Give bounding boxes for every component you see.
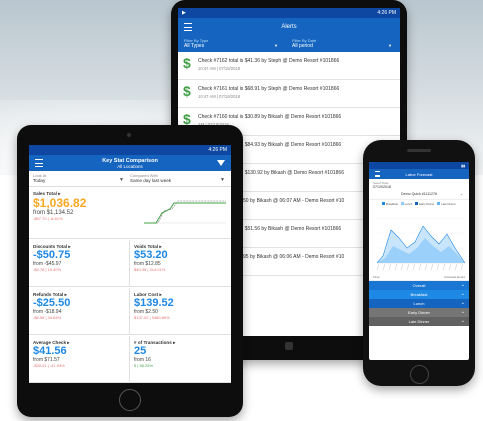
dollar-icon: $ <box>183 83 191 99</box>
legend-label: Lunch <box>404 202 413 206</box>
comparison-bar: Look At Today ▼ Compared With Same day l… <box>29 171 231 187</box>
phone-device: ▮▮ Labor Forecast Select Date 07/19/2018… <box>363 140 475 386</box>
date-value: 07/19/2018 <box>373 185 391 189</box>
look-at-select[interactable]: Look At Today ▼ <box>33 173 130 184</box>
page-title: Alerts <box>281 24 297 30</box>
page-subtitle: All Locations <box>117 163 143 169</box>
labor-forecast-chart <box>376 217 466 271</box>
dropdown-icon: ▼ <box>220 177 225 183</box>
filter-date-value: All period <box>292 43 313 49</box>
table-row[interactable]: Breakfast ⌄ <box>369 290 469 299</box>
row-label: Early Dinner <box>407 310 430 315</box>
alert-title: Check #7161 total is $68.91 by Steph @ D… <box>198 86 340 92</box>
dropdown-icon: ▼ <box>388 43 392 48</box>
tile-change: $137.02 | 5480.80% <box>134 315 170 320</box>
list-item[interactable]: $ Check #7162 total is $41.36 by Steph @ … <box>178 52 400 80</box>
filter-bar: Filter By Type All Types ▼ Filter By Dat… <box>178 36 400 52</box>
phone-screen: ▮▮ Labor Forecast Select Date 07/19/2018… <box>369 162 469 360</box>
keystats-screen: 4:26 PM Key Stat Comparison All Location… <box>29 145 231 383</box>
voids-card[interactable]: Voids Total ▸ $53.20 from $12.85 $40.35 … <box>130 240 231 287</box>
labor-cost-card[interactable]: Labor Cost ▸ $139.52 from $2.50 $137.02 … <box>130 288 231 335</box>
look-at-value: Today <box>33 178 46 183</box>
alert-time: 10:47 AM | 07/19/2018 <box>198 94 241 99</box>
alert-title: Check #7162 total is $41.36 by Steph @ D… <box>198 58 340 64</box>
filter-type-value: All Types <box>184 43 205 49</box>
average-check-card[interactable]: Average Check ▸ $41.56 from $71.57 -$30.… <box>29 336 130 383</box>
home-button[interactable] <box>410 365 429 384</box>
alert-title: Check #7160 total is $30.89 by Bikash @ … <box>198 114 342 120</box>
chevron-down-icon: ⌄ <box>460 318 465 324</box>
camera-icon <box>127 133 131 137</box>
tile-change: $40.35 | 314.01% <box>134 267 166 272</box>
app-bar: Alerts <box>178 18 400 36</box>
chevron-down-icon: ⌄ <box>460 291 465 297</box>
home-button[interactable] <box>119 389 141 411</box>
date-select[interactable]: Select Date 07/19/2018 <box>369 179 469 190</box>
location-value: Demo Quick #1111276 <box>401 192 437 196</box>
tile-change: -$30.01 | -41.93% <box>33 363 65 368</box>
status-time: 4:26 PM <box>377 10 396 16</box>
chart-legend: Breakfast Lunch Early Dinner Late Dinner <box>369 200 469 208</box>
time-header: Time <box>373 275 380 279</box>
menu-icon[interactable] <box>375 171 380 177</box>
legend-label: Early Dinner <box>419 202 435 206</box>
app-bar: Labor Forecast <box>369 169 469 179</box>
app-bar: Key Stat Comparison All Locations <box>29 155 231 171</box>
table-header: Time Forecast Hours <box>369 274 469 281</box>
tile-change: -$6.56 | 34.64% <box>33 315 62 320</box>
chevron-down-icon: ⌄ <box>460 300 465 306</box>
filter-date-select[interactable]: Filter By Date All period ▼ <box>286 38 394 50</box>
tile-value: $53.20 <box>134 249 168 261</box>
filter-type-select[interactable]: Filter By Type All Types ▼ <box>184 38 286 50</box>
sales-sparkline <box>144 200 226 224</box>
status-bar: 4:26 PM <box>29 145 231 155</box>
legend-label: Breakfast <box>386 202 398 206</box>
legend-label: Late Dinner <box>441 202 456 206</box>
refunds-card[interactable]: Refunds Total ▸ -$25.50 from -$18.94 -$6… <box>29 288 130 335</box>
page-title: Key Stat Comparison <box>102 157 158 164</box>
tile-change: -$4.78 | 10.40% <box>33 267 62 272</box>
speaker-grille <box>407 149 431 152</box>
dollar-icon: $ <box>183 55 191 71</box>
dropdown-icon: ▼ <box>119 177 124 183</box>
compared-value: Same day last week <box>130 178 172 183</box>
tile-value: 25 <box>134 345 147 357</box>
tile-value: -$50.75 <box>33 249 71 261</box>
play-icon: ▶ <box>182 10 186 16</box>
chevron-down-icon: ⌄ <box>460 282 465 288</box>
filter-icon[interactable] <box>217 160 225 166</box>
row-label: Overall <box>412 283 426 288</box>
transactions-card[interactable]: # of Transactions ▸ 25 from 16 9 | 56.25… <box>130 336 231 383</box>
dropdown-icon: ▼ <box>274 43 278 48</box>
table-row[interactable]: Lunch ⌄ <box>369 299 469 308</box>
tile-value: $41.56 <box>33 345 67 357</box>
status-bar: ▶ 4:26 PM <box>178 8 400 18</box>
table-row[interactable]: Early Dinner ⌄ <box>369 308 469 317</box>
location-select[interactable]: Demo Quick #1111276 ⌄ <box>369 190 469 200</box>
discounts-card[interactable]: Discounts Total ▸ -$50.75 from -$45.97 -… <box>29 240 130 287</box>
tile-change: 9 | 56.25% <box>134 363 154 368</box>
row-label: Breakfast <box>410 292 428 297</box>
tile-value: $139.52 <box>134 297 174 309</box>
tile-value: -$25.50 <box>33 297 71 309</box>
alert-time: 10:47 AM | 07/19/2018 <box>198 66 241 71</box>
keystats-tablet: 4:26 PM Key Stat Comparison All Location… <box>17 125 243 417</box>
row-label: Late Dinner <box>408 319 430 324</box>
page-title: Labor Forecast <box>405 171 433 177</box>
compared-with-select[interactable]: Compared With Same day last week ▼ <box>130 173 227 184</box>
table-row[interactable]: Late Dinner ⌄ <box>369 317 469 326</box>
menu-icon[interactable] <box>35 159 43 167</box>
chevron-down-icon: ⌄ <box>459 192 463 196</box>
table-row[interactable]: Overall ⌄ <box>369 281 469 290</box>
status-bar: ▮▮ <box>369 162 469 169</box>
forecast-header: Forecast Hours <box>444 275 465 279</box>
row-label: Lunch <box>413 301 425 306</box>
status-time: 4:26 PM <box>208 147 227 153</box>
list-item[interactable]: $ Check #7161 total is $68.91 by Steph @ … <box>178 80 400 108</box>
menu-icon[interactable] <box>184 23 192 31</box>
chevron-down-icon: ⌄ <box>460 309 465 315</box>
home-button[interactable] <box>285 342 293 350</box>
sales-total-card[interactable]: Sales Total ▸ $1,036.82 from $1,134.52 -… <box>29 187 231 239</box>
